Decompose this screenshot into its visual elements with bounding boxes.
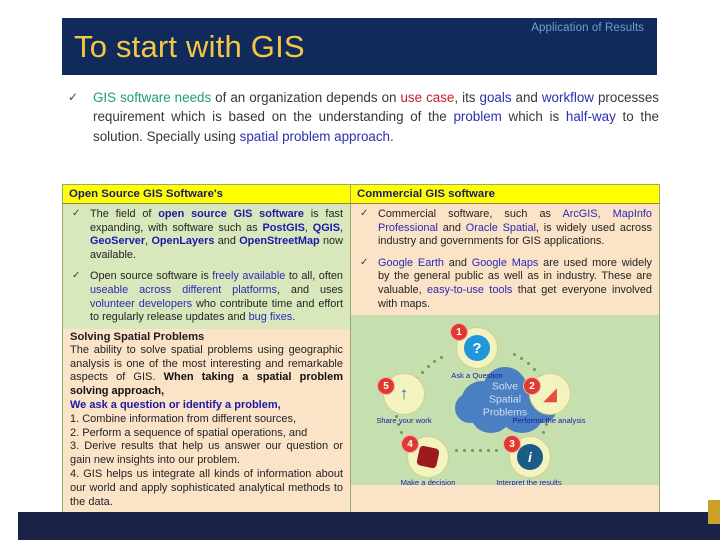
check-tick-icon: ✓ — [72, 270, 81, 282]
txt: , and uses — [276, 283, 343, 296]
question-mark-icon: ? — [464, 335, 490, 362]
intro-text-2: , its — [454, 90, 480, 105]
txt: , — [304, 221, 313, 234]
check-tick-icon: ✓ — [360, 208, 369, 219]
open-source-bullet-2: Open source software is freely available… — [90, 270, 343, 324]
term-volunteer-developers: volunteer developers — [90, 297, 193, 310]
solving-question-line: We ask a question or identify a problem, — [70, 399, 343, 413]
intro-text-3: and — [511, 90, 542, 105]
list-item: ✓ The field of open source GIS software … — [63, 204, 350, 266]
slide-title-bar: Application of Results To start with GIS — [62, 18, 657, 75]
solving-step-2: 2. Perform a sequence of spatial operati… — [70, 426, 308, 439]
term-openlayers: OpenLayers — [151, 235, 215, 248]
list-item: ✓ Google Earth and Google Maps are used … — [351, 253, 659, 315]
check-tick-icon: ✓ — [68, 90, 79, 104]
solving-heading: Solving Spatial Problems — [70, 330, 205, 343]
term-freely-available: freely available — [212, 270, 286, 283]
table-header-commercial: Commercial GIS software — [350, 184, 660, 204]
intro-highlight-half-way: half-way — [565, 109, 616, 125]
table-header-row: Open Source GIS Software's Commercial GI… — [62, 184, 660, 204]
intro-bullet: ✓ GIS software needs of an organization … — [62, 88, 659, 146]
list-item: ✓ Commercial software, such as ArcGIS, M… — [351, 204, 659, 253]
list-item: ✓ Open source software is freely availab… — [63, 266, 350, 328]
intro-text-5: which is — [501, 109, 566, 125]
diagram-label-4: Make a decision — [400, 478, 456, 486]
left-margin-mask — [0, 0, 18, 540]
check-tick-icon: ✓ — [72, 208, 81, 219]
term-useable-across-platforms: useable across different platforms — [90, 283, 277, 296]
solving-question-text: We ask a question or identify a problem, — [70, 398, 281, 411]
txt: Open source software is — [90, 270, 213, 283]
term-openstreetmap: OpenStreetMap — [239, 235, 320, 248]
term-oracle-spatial: Oracle Spatial — [465, 221, 536, 234]
txt: to all, often — [285, 270, 343, 283]
term-easy-to-use-tools: easy-to-use tools — [427, 283, 513, 296]
slide-canvas: Application of Results To start with GIS… — [0, 0, 720, 540]
term-bug-fixes: bug fixes — [248, 311, 293, 324]
term-open-source-gis-software: open source GIS software — [158, 208, 304, 220]
diagram-label-1: Ask a Question — [451, 371, 503, 381]
table-header-open-source: Open Source GIS Software's — [62, 184, 351, 204]
term-google-maps: Google Maps — [471, 256, 539, 269]
table-row: ✓ The field of open source GIS software … — [62, 202, 660, 517]
commercial-bullet-1: Commercial software, such as ArcGIS, Map… — [378, 208, 652, 249]
cloud-label: Solve Spatial Problems — [453, 381, 557, 420]
txt: and — [443, 256, 472, 269]
page-title: To start with GIS — [74, 29, 305, 64]
txt: and — [437, 221, 466, 234]
spatial-problem-solving-diagram: Solve Spatial Problems ? 1 Ask a Questio… — [351, 315, 659, 486]
intro-highlight-problem: problem — [453, 109, 502, 125]
diagram-label-3: Interpret the results — [496, 478, 562, 486]
txt: Commercial software, such as — [378, 208, 563, 220]
term-google-earth: Google Earth — [378, 256, 444, 269]
cloud-line-2: Spatial — [488, 393, 522, 406]
intro-text-7: . — [390, 128, 394, 144]
term-postgis: PostGIS — [262, 221, 305, 234]
solving-step-3: 3. Derive results that help us answer ou… — [70, 440, 343, 467]
intro-text-1: of an organization depends on — [211, 90, 401, 105]
cloud-line-1: Solve — [491, 380, 519, 393]
txt: The field of — [90, 208, 159, 220]
comparison-table: Open Source GIS Software's Commercial GI… — [62, 184, 660, 517]
intro-paragraph: GIS software needs of an organization de… — [93, 88, 659, 146]
solving-spatial-problems-block: Solving Spatial Problems The ability to … — [63, 328, 350, 516]
intro-highlight-use-case: use case — [400, 90, 455, 105]
diagram-label-5: Share your work — [376, 416, 432, 426]
intro-highlight-gis-software-needs: GIS software needs — [93, 90, 212, 105]
txt: and — [214, 235, 240, 248]
solving-step-4: 4. GIS helps us integrate all kinds of i… — [70, 467, 343, 508]
red-dice-icon — [416, 445, 440, 470]
commercial-cell: ✓ Commercial software, such as ArcGIS, M… — [350, 202, 660, 517]
intro-highlight-workflow: workflow — [541, 90, 594, 105]
interpret-info-icon: i — [517, 444, 543, 471]
open-source-cell: ✓ The field of open source GIS software … — [62, 202, 351, 517]
txt: . — [292, 311, 296, 324]
open-source-bullet-1: The field of open source GIS software is… — [90, 208, 343, 262]
intro-highlight-spatial-problem-approach: spatial problem approach — [239, 128, 391, 144]
cloud-line-3: Problems — [482, 406, 528, 419]
footer-accent-mark — [708, 500, 720, 524]
solving-step-1: 1. Combine information from different so… — [70, 412, 297, 425]
check-tick-icon: ✓ — [360, 256, 369, 268]
term-geoserver: GeoServer — [90, 235, 146, 248]
intro-highlight-goals: goals — [479, 90, 512, 105]
txt: , — [339, 221, 343, 234]
footer-bar — [0, 512, 720, 540]
commercial-bullet-2: Google Earth and Google Maps are used mo… — [378, 257, 652, 311]
solving-paragraph: The ability to solve spatial problems us… — [70, 344, 343, 399]
slide-kicker: Application of Results — [531, 22, 644, 34]
term-qgis: QGIS — [312, 221, 340, 234]
